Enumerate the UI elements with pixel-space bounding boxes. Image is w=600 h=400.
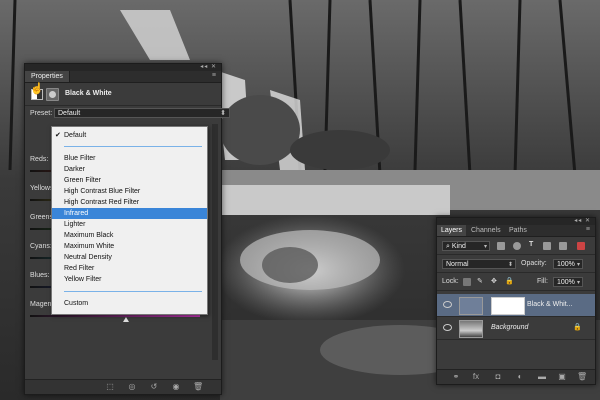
chevron-down-icon: ▾ [483,244,487,250]
layers-tab-strip: Layers Channels Paths ≡ [437,225,595,237]
slider-label-reds: Reds: [30,156,49,163]
preset-option-maximum-white[interactable]: Maximum White [52,241,207,252]
preset-option-neutral-density[interactable]: Neutral Density [52,252,207,263]
slider-track-magentas[interactable] [30,315,200,317]
fill-label: Fill: [537,278,548,285]
layer-mask-icon[interactable] [46,88,59,101]
panel-window-controls[interactable]: ◂◂ ✕ [574,217,591,224]
layers-title-bar[interactable]: ◂◂ ✕ [437,218,595,225]
blend-mode-select[interactable]: Normal ⬍ [442,259,516,269]
preset-option-infrared[interactable]: Infrared [52,208,207,219]
preset-option-red-filter[interactable]: Red Filter [52,263,207,274]
filter-type-icon[interactable]: T [529,241,533,248]
fx-icon[interactable]: fx [471,372,481,381]
filter-toggle-icon[interactable] [577,242,585,250]
layer-row-black-white[interactable]: Black & Whit... [437,294,595,317]
slider-thumb[interactable] [123,317,129,322]
dropdown-separator [64,291,202,292]
panel-menu-icon[interactable]: ≡ [586,226,590,233]
properties-footer: ⬚ ◎ ↺ ◉ 🗑 [25,379,221,394]
preset-label: Preset: [30,110,53,117]
preset-option-custom[interactable]: Custom [52,298,207,309]
new-layer-icon[interactable]: ▣ [557,372,567,381]
fill-input[interactable]: 100% ▾ [553,277,583,287]
tab-layers[interactable]: Layers [437,225,467,236]
visibility-eye-icon[interactable] [443,301,452,308]
filter-adjustment-icon[interactable] [513,242,521,250]
tab-properties[interactable]: Properties [25,71,70,82]
filter-shape-icon[interactable] [543,242,551,250]
lock-position-icon[interactable]: ✥ [491,277,497,285]
trash-icon[interactable]: 🗑 [577,372,587,381]
filter-pixel-icon[interactable] [497,242,505,250]
lock-all-icon[interactable]: 🔒 [505,277,514,285]
filter-kind-select[interactable]: ⌕ Kind ▾ [442,241,490,251]
link-icon[interactable]: ⚭ [451,372,461,381]
lock-fill-row: Lock: ✎ ✥ 🔒 Fill: 100% ▾ [437,274,595,291]
view-previous-icon[interactable]: ◎ [127,382,137,391]
layers-panel: ◂◂ ✕ Layers Channels Paths ≡ ⌕ Kind ▾ T … [436,217,596,385]
lock-pixels-icon[interactable]: ✎ [477,277,483,285]
mask-icon[interactable]: ◘ [493,372,503,381]
preset-option-darker[interactable]: Darker [52,164,207,175]
opacity-label: Opacity: [521,260,547,267]
preset-select[interactable]: Default ⬍ [54,108,230,118]
adjustment-layer-icon[interactable] [459,297,483,315]
panel-menu-icon[interactable]: ≡ [212,72,216,79]
adjustment-icon[interactable]: ◐ [515,372,525,381]
lock-label: Lock: [442,278,459,285]
preset-option-yellow-filter[interactable]: Yellow Filter [52,274,207,285]
preset-option-lighter[interactable]: Lighter [52,219,207,230]
layer-thumbnail[interactable] [459,320,483,338]
tab-paths[interactable]: Paths [505,225,531,236]
chevron-down-icon: ⬍ [220,110,226,117]
properties-tab-strip: Properties ≡ [25,71,221,83]
preset-option-high-contrast-blue[interactable]: High Contrast Blue Filter [52,186,207,197]
preset-option-default[interactable]: ✔ Default [52,130,207,141]
blend-opacity-row: Normal ⬍ Opacity: 100% ▾ [437,256,595,273]
preset-option-high-contrast-red[interactable]: High Contrast Red Filter [52,197,207,208]
lock-transparent-icon[interactable] [463,278,471,286]
properties-title-bar[interactable]: ◂◂ ✕ [25,64,221,71]
preset-dropdown-menu: ✔ Default Blue Filter Darker Green Filte… [51,126,208,315]
visibility-eye-icon[interactable] [443,324,452,331]
targeted-adjustment-hand-icon[interactable]: ☝ [30,82,44,95]
properties-scrollbar[interactable] [212,124,218,360]
dropdown-separator [64,146,202,147]
slider-label-blues: Blues: [30,272,50,279]
layers-footer: ⚭ fx ◘ ◐ ▬ ▣ 🗑 [437,369,595,384]
preset-option-green-filter[interactable]: Green Filter [52,175,207,186]
trash-icon[interactable]: 🗑 [193,382,203,391]
preset-row: Preset: Default ⬍ [25,106,230,120]
visibility-eye-icon[interactable]: ◉ [171,382,181,391]
preset-option-blue-filter[interactable]: Blue Filter [52,153,207,164]
layer-row-background[interactable]: Background 🔒 [437,317,595,340]
tab-channels[interactable]: Channels [467,225,505,236]
folder-icon[interactable]: ▬ [537,372,547,381]
filter-smart-object-icon[interactable] [559,242,567,250]
preset-option-maximum-black[interactable]: Maximum Black [52,230,207,241]
slider-label-cyans: Cyans: [30,243,52,250]
layer-name[interactable]: Background [491,324,528,331]
layer-name[interactable]: Black & Whit... [527,301,573,308]
chevron-down-icon: ▾ [576,280,580,286]
checkmark-icon: ✔ [55,132,61,139]
panel-window-controls[interactable]: ◂◂ ✕ [200,63,217,70]
lock-icon: 🔒 [573,324,582,331]
adjustment-title: Black & White [65,90,112,97]
reset-icon[interactable]: ↺ [149,382,159,391]
clip-to-layer-icon[interactable]: ⬚ [105,382,115,391]
chevron-down-icon: ⬍ [507,262,513,268]
chevron-down-icon: ▾ [576,262,580,268]
adjustment-header: Black & White [25,83,221,106]
layer-filter-row: ⌕ Kind ▾ T [437,238,595,255]
opacity-input[interactable]: 100% ▾ [553,259,583,269]
preset-value: Default [58,110,81,117]
layer-mask-thumbnail[interactable] [491,297,525,315]
